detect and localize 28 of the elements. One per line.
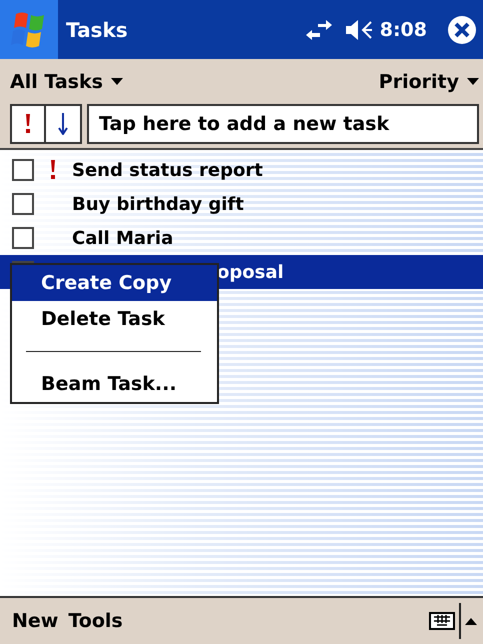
connectivity-icon[interactable] — [306, 18, 332, 40]
exclamation-icon — [50, 160, 56, 180]
window-title: Tasks — [66, 18, 129, 42]
speaker-icon[interactable] — [346, 18, 374, 40]
sort-dropdown[interactable]: Priority — [378, 70, 479, 92]
task-row[interactable]: Buy birthday gift — [0, 187, 483, 221]
task-checkbox[interactable] — [12, 159, 34, 181]
down-arrow-icon — [58, 113, 68, 135]
task-checkbox[interactable] — [12, 227, 34, 249]
start-button[interactable] — [0, 0, 58, 59]
task-row[interactable]: Send status report — [0, 153, 483, 187]
task-title: Send status report — [72, 160, 263, 180]
new-task-field[interactable]: Tap here to add a new task — [87, 104, 479, 144]
task-title: Buy birthday gift — [72, 194, 244, 214]
menu-bar-item[interactable]: Tools — [68, 610, 133, 632]
keyboard-icon[interactable] — [429, 612, 455, 630]
clock-time[interactable]: 8:08 — [380, 18, 427, 40]
menu-item[interactable]: Create Copy — [12, 265, 217, 301]
exclamation-icon — [25, 114, 31, 134]
filter-dropdown[interactable]: All Tasks — [10, 70, 123, 92]
close-button[interactable] — [447, 14, 477, 44]
caret-icon — [467, 78, 479, 85]
task-row[interactable]: Call Maria — [0, 221, 483, 255]
task-title: Call Maria — [72, 228, 174, 248]
up-caret-icon[interactable] — [465, 618, 477, 624]
menu-bar-item[interactable]: New — [12, 610, 68, 632]
task-checkbox[interactable] — [12, 193, 34, 215]
caret-icon — [110, 78, 123, 85]
